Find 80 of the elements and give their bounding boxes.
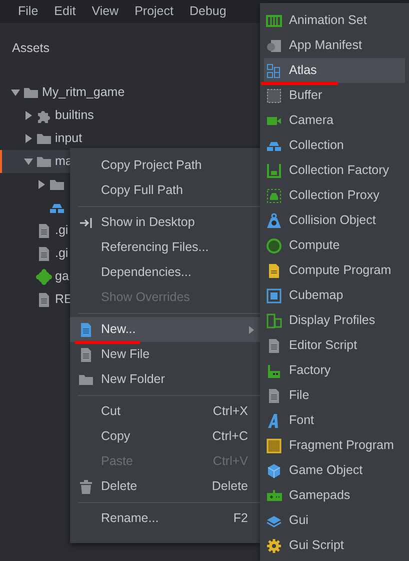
menu-item[interactable]: Collection bbox=[264, 133, 405, 158]
tree-label[interactable]: input bbox=[55, 129, 82, 148]
menu-item[interactable]: Debug bbox=[181, 0, 234, 23]
menu-item[interactable]: Collection Proxy bbox=[264, 183, 405, 208]
cube-icon bbox=[266, 462, 282, 478]
collapse-arrow-icon[interactable] bbox=[10, 88, 20, 97]
menu-item[interactable]: Dependencies... bbox=[70, 260, 260, 285]
document-icon bbox=[36, 222, 52, 238]
menu-item[interactable]: Cut Ctrl+X bbox=[70, 399, 260, 424]
menu-item[interactable]: Copy Full Path bbox=[70, 178, 260, 203]
menu-item[interactable]: New Folder bbox=[70, 367, 260, 392]
proxy-icon bbox=[266, 188, 282, 204]
tree-row[interactable]: builtins bbox=[0, 104, 94, 127]
cog-icon bbox=[36, 268, 52, 284]
manifest-icon bbox=[266, 38, 282, 54]
menu-item[interactable]: New... bbox=[70, 317, 260, 342]
collapse-arrow-icon[interactable] bbox=[24, 157, 32, 166]
menu-item[interactable]: Animation Set bbox=[264, 8, 405, 33]
expand-arrow-icon[interactable] bbox=[24, 134, 32, 143]
menu-item[interactable]: Buffer bbox=[264, 83, 405, 108]
menu-item[interactable]: Project bbox=[126, 0, 182, 23]
square-icon bbox=[266, 438, 282, 454]
factory-icon bbox=[266, 362, 282, 378]
document-icon bbox=[266, 262, 282, 278]
gamepad-icon bbox=[266, 488, 282, 504]
sphere-icon bbox=[266, 238, 282, 254]
factory-icon bbox=[266, 162, 282, 178]
menu-item[interactable]: Compute bbox=[264, 233, 405, 258]
menu-item[interactable]: Editor Script bbox=[264, 333, 405, 358]
tree-label[interactable]: .gi bbox=[55, 244, 68, 263]
tree-label[interactable]: ga bbox=[55, 267, 69, 286]
grid-squares-icon bbox=[266, 62, 282, 78]
menu-item[interactable]: Display Profiles bbox=[264, 308, 405, 333]
menu-item[interactable]: File bbox=[10, 0, 46, 23]
menu-item[interactable]: Copy Project Path bbox=[70, 153, 260, 178]
buffer-icon bbox=[266, 88, 282, 104]
cubemap-icon bbox=[266, 288, 282, 304]
tree-label[interactable]: builtins bbox=[55, 106, 94, 125]
menu-item[interactable]: Font bbox=[264, 408, 405, 433]
devices-icon bbox=[266, 312, 282, 328]
gear-icon bbox=[266, 538, 282, 554]
document-icon bbox=[266, 388, 282, 404]
menu-item[interactable]: Gamepads bbox=[264, 483, 405, 508]
film-icon bbox=[266, 12, 282, 28]
menu-item[interactable]: Gui bbox=[264, 508, 405, 533]
menu-item[interactable]: Copy Ctrl+C bbox=[70, 424, 260, 449]
menu-item[interactable]: Collection Factory bbox=[264, 158, 405, 183]
tree-row[interactable]: input bbox=[0, 127, 82, 150]
menu-item[interactable]: Show in Desktop bbox=[70, 210, 260, 235]
tree-label[interactable]: My_ritm_game bbox=[42, 83, 125, 102]
trash-icon bbox=[78, 478, 94, 494]
expand-arrow-icon[interactable] bbox=[36, 180, 46, 189]
menu-item[interactable]: App Manifest bbox=[264, 33, 405, 58]
menu-item[interactable]: Game Object bbox=[264, 458, 405, 483]
menu-item[interactable]: Rename... F2 bbox=[70, 506, 260, 531]
menu-item[interactable]: Delete Delete bbox=[70, 474, 260, 499]
tree-row[interactable]: .gi bbox=[0, 219, 70, 242]
weight-icon bbox=[266, 212, 282, 228]
tree-label[interactable]: .gi bbox=[55, 221, 68, 240]
panel-title: Assets bbox=[12, 41, 50, 55]
document-icon bbox=[266, 338, 282, 354]
document-icon bbox=[36, 292, 52, 308]
expand-arrow-icon[interactable] bbox=[24, 111, 32, 120]
document-icon bbox=[36, 246, 52, 262]
tree-row[interactable]: My_ritm_game bbox=[0, 81, 125, 104]
menu-item[interactable]: Compute Program bbox=[264, 258, 405, 283]
menu-item[interactable]: View bbox=[84, 0, 127, 23]
tree-row[interactable]: ga bbox=[0, 265, 70, 288]
menu-item[interactable]: Collision Object bbox=[264, 208, 405, 233]
menu-item[interactable]: New File bbox=[70, 342, 260, 367]
menu-item[interactable]: Fragment Program bbox=[264, 433, 405, 458]
menu-item[interactable]: Atlas bbox=[264, 58, 405, 83]
menu-item[interactable]: File bbox=[264, 383, 405, 408]
menu-item[interactable]: Factory bbox=[264, 358, 405, 383]
menu-item[interactable]: Camera bbox=[264, 108, 405, 133]
menu-item[interactable]: Edit bbox=[46, 0, 84, 23]
menu-item[interactable]: Referencing Files... bbox=[70, 235, 260, 260]
menu-item[interactable]: Gui Script bbox=[264, 533, 405, 558]
menu-item[interactable]: Cubemap bbox=[264, 283, 405, 308]
tree-row[interactable]: .gi bbox=[0, 242, 70, 265]
